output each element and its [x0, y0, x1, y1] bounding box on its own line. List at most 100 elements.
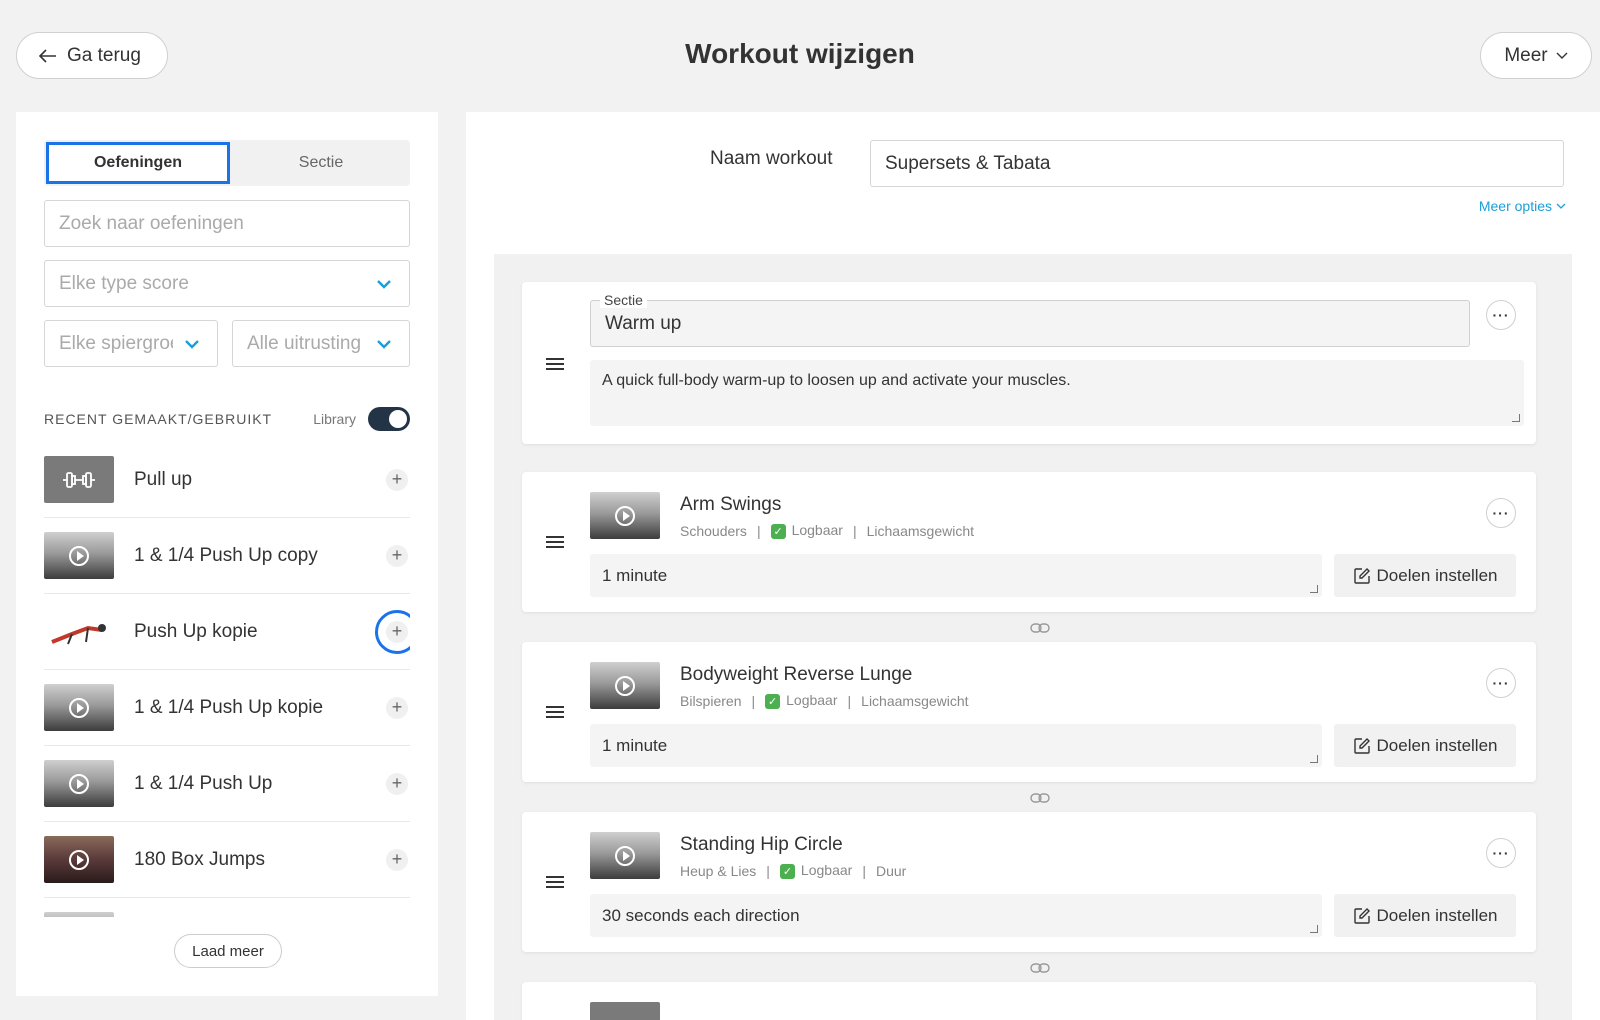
resize-handle-icon[interactable]: [1512, 414, 1520, 422]
play-icon: [69, 773, 89, 794]
library-toggle[interactable]: [368, 407, 410, 431]
score-type-value: Elke type score: [59, 272, 189, 294]
exercise-note-input[interactable]: 1 minute: [590, 724, 1322, 767]
more-options-button[interactable]: ···: [1486, 498, 1516, 528]
list-item[interactable]: Pull up +: [44, 442, 410, 518]
tab-sectie[interactable]: Sectie: [232, 140, 410, 186]
exercise-title: Arm Swings: [680, 494, 782, 515]
edit-icon: [1353, 907, 1370, 924]
loggable-badge: ✓ Logbaar: [765, 692, 838, 709]
score-type-select[interactable]: Elke type score: [44, 260, 410, 307]
workout-name-input[interactable]: Supersets & Tabata: [870, 140, 1564, 187]
recent-label: RECENT GEMAAKT/GEBRUIKT: [44, 411, 273, 427]
exercise-thumbnail: [44, 532, 114, 579]
exercise-note-text: 1 minute: [602, 735, 668, 755]
exercise-thumbnail[interactable]: [590, 662, 660, 709]
exercise-list: Pull up + 1 & 1/4 Push Up copy + Push Up…: [44, 442, 410, 917]
exercise-thumbnail: [44, 684, 114, 731]
muscle-group: Schouders: [680, 522, 747, 539]
exercise-note-input[interactable]: 30 seconds each direction: [590, 894, 1322, 937]
exercise-thumbnail: [44, 836, 114, 883]
set-goals-label: Doelen instellen: [1376, 565, 1498, 585]
exercise-name: 1 & 1/4 Push Up: [134, 772, 273, 794]
library-toggle-wrap: Library: [313, 407, 410, 431]
library-tabs: Oefeningen Sectie: [44, 140, 410, 186]
exercise-title: Standing Hip Circle: [680, 834, 843, 855]
list-item[interactable]: 1 & 1/4 Push Up +: [44, 746, 410, 822]
muscle-group-select[interactable]: Elke spiergroep: [44, 320, 218, 367]
exercise-name: 1 & 1/4 Push Up kopie: [134, 696, 324, 718]
more-options-button[interactable]: ···: [1486, 668, 1516, 698]
play-icon: [69, 545, 89, 566]
section-card: Sectie Warm up ··· A quick full-body war…: [522, 282, 1536, 444]
check-icon: ✓: [770, 524, 786, 539]
list-item[interactable]: 180 Box Jumps +: [44, 822, 410, 898]
equipment-value: Alle uitrusting: [247, 332, 362, 354]
load-more-button[interactable]: Laad meer: [174, 934, 282, 968]
drag-handle-icon[interactable]: [546, 876, 564, 890]
play-icon: [615, 505, 635, 526]
link-icon[interactable]: [1030, 622, 1050, 634]
add-exercise-button[interactable]: +: [386, 848, 408, 871]
exercise-card: Arm Swings Schouders | ✓ Logbaar | Lichaams…: [522, 472, 1536, 612]
link-icon[interactable]: [1030, 962, 1050, 974]
exercise-thumbnail[interactable]: [590, 492, 660, 539]
drag-handle-icon[interactable]: [546, 706, 564, 720]
search-input[interactable]: Zoek naar oefeningen: [44, 200, 410, 247]
drag-handle-icon[interactable]: [546, 358, 564, 372]
exercise-title: Bodyweight Reverse Lunge: [680, 664, 913, 685]
list-item[interactable]: [44, 898, 410, 917]
drag-handle-icon[interactable]: [546, 536, 564, 550]
set-goals-label: Doelen instellen: [1376, 735, 1498, 755]
equipment-select[interactable]: Alle uitrusting: [232, 320, 410, 367]
exercise-note-text: 30 seconds each direction: [602, 905, 800, 925]
add-exercise-button[interactable]: +: [386, 772, 408, 795]
muscle-group: Bilspieren: [680, 692, 742, 709]
exercise-name: 1 & 1/4 Push Up copy: [134, 544, 318, 566]
exercise-library-panel: Oefeningen Sectie Zoek naar oefeningen E…: [16, 112, 438, 996]
add-exercise-button[interactable]: +: [375, 609, 410, 654]
play-icon: [615, 675, 635, 696]
play-icon: [615, 845, 635, 866]
exercise-name: 180 Box Jumps: [134, 848, 265, 870]
set-goals-button[interactable]: Doelen instellen: [1334, 724, 1516, 767]
section-description-text: A quick full-body warm-up to loosen up a…: [602, 372, 1071, 389]
score-type: Lichaamsgewicht: [861, 692, 969, 709]
score-type: Duur: [875, 862, 907, 879]
exercise-thumbnail[interactable]: [590, 832, 660, 879]
section-title-input[interactable]: Warm up: [590, 300, 1470, 347]
resize-handle-icon[interactable]: [1310, 925, 1318, 933]
link-icon[interactable]: [1030, 792, 1050, 804]
loggable-badge: ✓ Logbaar: [770, 522, 843, 539]
more-menu-button[interactable]: Meer: [1480, 32, 1592, 79]
exercise-thumbnail: [44, 760, 114, 807]
list-item[interactable]: 1 & 1/4 Push Up kopie +: [44, 670, 410, 746]
set-goals-button[interactable]: Doelen instellen: [1334, 554, 1516, 597]
exercise-thumbnail: [44, 608, 114, 655]
more-options-button[interactable]: ···: [1486, 300, 1516, 330]
more-label: Meer: [1504, 44, 1548, 66]
resize-handle-icon[interactable]: [1310, 755, 1318, 763]
list-item[interactable]: 1 & 1/4 Push Up copy +: [44, 518, 410, 594]
chevron-down-icon: [1556, 52, 1568, 59]
chevron-down-icon: [377, 279, 391, 289]
exercise-note-input[interactable]: 1 minute: [590, 554, 1322, 597]
exercise-thumbnail[interactable]: [590, 1002, 660, 1020]
section-description-input[interactable]: A quick full-body warm-up to loosen up a…: [590, 360, 1524, 426]
more-options-link[interactable]: Meer opties: [1479, 198, 1566, 214]
edit-icon: [1353, 567, 1370, 584]
add-exercise-button[interactable]: +: [386, 468, 408, 491]
set-goals-button[interactable]: Doelen instellen: [1334, 894, 1516, 937]
chevron-down-icon: [377, 339, 391, 349]
list-item[interactable]: Push Up kopie +: [44, 594, 410, 670]
more-options-button[interactable]: ···: [1486, 838, 1516, 868]
check-icon: ✓: [779, 864, 795, 879]
add-exercise-button[interactable]: +: [386, 696, 408, 719]
workout-name-label: Naam workout: [710, 148, 833, 169]
resize-handle-icon[interactable]: [1310, 585, 1318, 593]
exercise-name: Push Up kopie: [134, 620, 258, 642]
add-exercise-button[interactable]: +: [386, 544, 408, 567]
tab-oefeningen[interactable]: Oefeningen: [46, 142, 230, 184]
exercise-name: Pull up: [134, 468, 193, 490]
check-icon: ✓: [765, 694, 781, 709]
